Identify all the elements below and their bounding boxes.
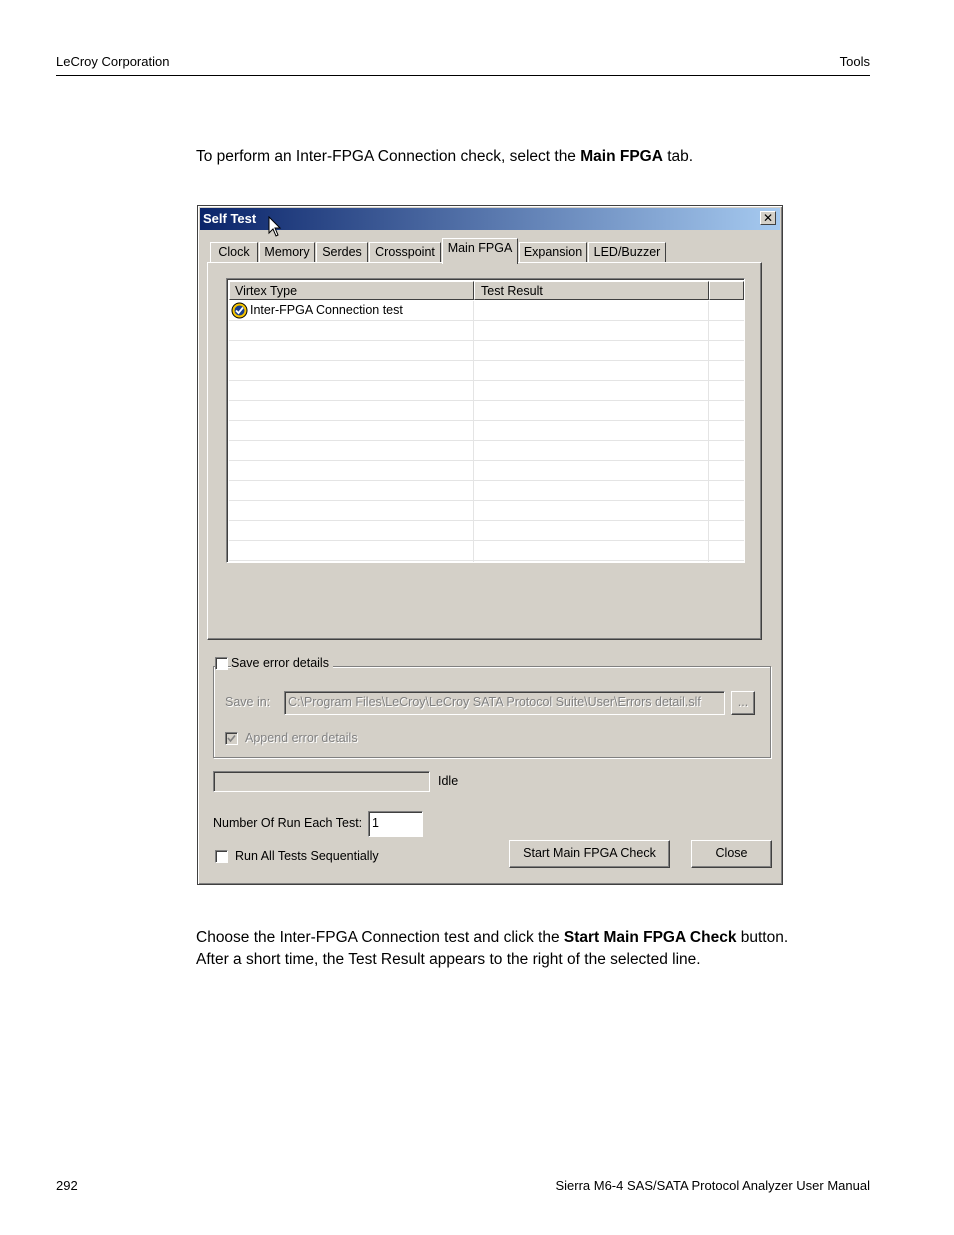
progress-bar xyxy=(213,771,430,792)
test-list[interactable]: Virtex Type Test Result Inter-FPGA Conne… xyxy=(226,278,745,563)
table-row xyxy=(229,421,744,441)
instruction-paragraph: Choose the Inter-FPGA Connection test an… xyxy=(196,927,788,971)
column-header-virtex-type[interactable]: Virtex Type xyxy=(229,281,474,300)
column-header-test-result[interactable]: Test Result xyxy=(474,281,709,300)
manual-title: Sierra M6-4 SAS/SATA Protocol Analyzer U… xyxy=(555,1178,870,1193)
tab-expansion[interactable]: Expansion xyxy=(519,242,587,262)
header-company: LeCroy Corporation xyxy=(56,54,170,69)
checkmark-icon xyxy=(227,734,236,743)
test-name: Inter-FPGA Connection test xyxy=(250,303,403,317)
dialog-title: Self Test xyxy=(203,211,257,226)
table-row xyxy=(229,381,744,401)
instruction-line-1: Choose the Inter-FPGA Connection test an… xyxy=(196,929,789,946)
browse-button[interactable]: ... xyxy=(731,691,755,715)
table-row xyxy=(229,461,744,481)
check-circle-icon xyxy=(231,302,248,319)
tab-led-buzzer[interactable]: LED/Buzzer xyxy=(588,242,666,262)
runs-input[interactable]: 1 xyxy=(368,811,423,837)
close-button[interactable]: Close xyxy=(691,840,772,868)
tab-clock[interactable]: Clock xyxy=(210,242,258,262)
table-row xyxy=(229,501,744,521)
table-row xyxy=(229,401,744,421)
close-icon[interactable]: ✕ xyxy=(760,211,776,225)
self-test-dialog: Self Test ✕ Clock Memory Serdes Crosspoi… xyxy=(197,205,783,885)
tab-serdes[interactable]: Serdes xyxy=(316,242,368,262)
table-row xyxy=(229,441,744,461)
save-error-label: Save error details xyxy=(231,656,333,670)
table-row xyxy=(229,541,744,561)
title-bar[interactable]: Self Test ✕ xyxy=(200,208,780,237)
run-all-checkbox[interactable] xyxy=(215,850,228,863)
table-row xyxy=(229,341,744,361)
table-row xyxy=(229,481,744,501)
run-all-label: Run All Tests Sequentially xyxy=(235,849,379,863)
runs-label: Number Of Run Each Test: xyxy=(213,816,363,830)
table-row xyxy=(229,321,744,341)
mouse-pointer-icon xyxy=(268,216,282,237)
append-error-label: Append error details xyxy=(245,731,358,745)
save-error-checkbox[interactable] xyxy=(215,657,228,670)
append-error-checkbox[interactable] xyxy=(225,732,238,745)
instruction-line-2: After a short time, the Test Result appe… xyxy=(196,951,701,968)
table-row xyxy=(229,361,744,381)
tab-crosspoint[interactable]: Crosspoint xyxy=(369,242,441,262)
column-header-filler xyxy=(709,281,744,300)
save-in-label: Save in: xyxy=(225,695,271,709)
tab-memory[interactable]: Memory xyxy=(259,242,315,262)
header-rule xyxy=(56,75,870,76)
start-main-fpga-check-button[interactable]: Start Main FPGA Check xyxy=(509,840,670,868)
page-number: 292 xyxy=(56,1178,78,1193)
status-text: Idle xyxy=(438,774,459,788)
save-path-field[interactable]: C:\Program Files\LeCroy\LeCroy SATA Prot… xyxy=(284,691,725,715)
table-row xyxy=(229,521,744,541)
tab-main-fpga[interactable]: Main FPGA xyxy=(442,238,518,264)
list-item[interactable]: Inter-FPGA Connection test xyxy=(229,301,744,321)
intro-paragraph: To perform an Inter-FPGA Connection chec… xyxy=(196,148,694,165)
header-section: Tools xyxy=(839,54,870,69)
